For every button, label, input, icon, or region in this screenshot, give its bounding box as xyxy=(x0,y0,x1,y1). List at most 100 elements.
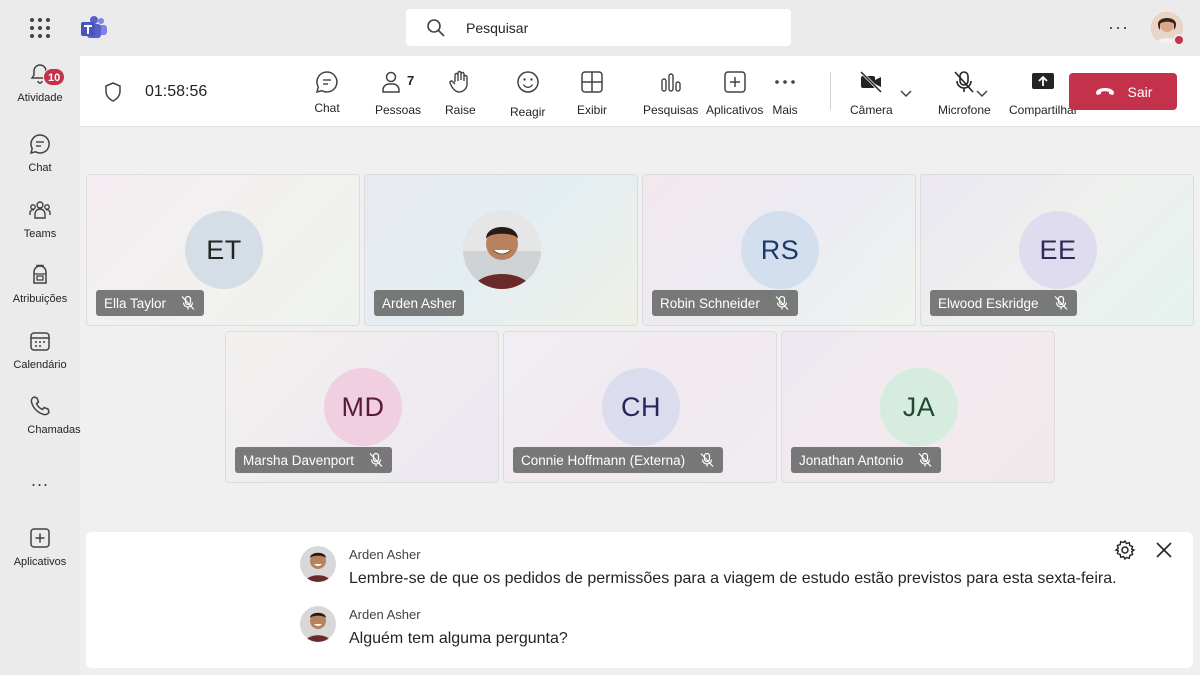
more-horizontal-icon xyxy=(775,80,795,84)
rail-item-activity[interactable]: 10 Atividade xyxy=(0,62,80,122)
participant-name: Ella Taylor xyxy=(104,295,167,311)
more-label: Mais xyxy=(772,103,798,117)
caption-text: Lembre-se de que os pedidos de permissõe… xyxy=(349,570,1117,587)
presence-busy-icon xyxy=(1173,34,1185,46)
camera-options-chevron-down-icon[interactable] xyxy=(899,86,913,100)
share-button[interactable]: Compartilhar xyxy=(1009,69,1078,117)
participant-tile[interactable]: Arden Asher xyxy=(364,174,638,326)
participant-name-plate: Robin Schneider xyxy=(652,290,798,316)
meeting-timer: 01:58:56 xyxy=(145,83,208,100)
raise-label: Raise xyxy=(445,103,476,117)
live-captions-panel: Arden Asher Lembre-se de que os pedidos … xyxy=(86,532,1193,668)
participant-name: Elwood Eskridge xyxy=(938,295,1039,311)
participant-name: Jonathan Antonio xyxy=(799,452,904,468)
activity-badge: 10 xyxy=(43,68,66,86)
rail-label-teams: Teams xyxy=(23,228,57,240)
chat-label: Chat xyxy=(314,101,340,115)
participant-name: Connie Hoffmann (Externa) xyxy=(521,452,686,468)
participant-tile[interactable]: CH Connie Hoffmann (Externa) xyxy=(503,331,777,483)
polls-label: Pesquisas xyxy=(643,103,699,117)
participant-tile[interactable]: ET Ella Taylor xyxy=(86,174,360,326)
add-app-icon xyxy=(30,528,50,548)
rail-item-assignments[interactable]: Atribuições xyxy=(0,263,80,323)
phone-icon xyxy=(30,396,50,416)
people-icon xyxy=(382,71,400,93)
app-launcher-icon[interactable] xyxy=(28,16,52,40)
people-button[interactable]: 7 Pessoas xyxy=(375,69,421,117)
backpack-icon xyxy=(33,264,47,284)
participant-name-plate: Ella Taylor xyxy=(96,290,205,316)
caption-speaker: Arden Asher xyxy=(349,547,421,562)
share-label: Compartilhar xyxy=(1009,103,1078,117)
teams-logo-icon xyxy=(81,16,107,38)
participant-name: Arden Asher xyxy=(382,295,457,311)
apps-button[interactable]: Aplicativos xyxy=(706,69,763,117)
participant-avatar: CH xyxy=(602,368,680,446)
participant-tile[interactable]: MD Marsha Davenport xyxy=(225,331,499,483)
rail-item-calls[interactable]: Chamadas xyxy=(0,394,81,454)
mic-label: Microfone xyxy=(938,103,991,117)
mic-options-chevron-down-icon[interactable] xyxy=(975,86,989,100)
camera-label: Câmera xyxy=(850,103,893,117)
participant-name-plate: Connie Hoffmann (Externa) xyxy=(513,447,724,473)
participant-name: Robin Schneider xyxy=(660,295,760,311)
participant-avatar: JA xyxy=(880,368,958,446)
mic-off-icon xyxy=(369,452,383,467)
leave-label: Sair xyxy=(1127,83,1153,100)
rail-item-chat[interactable]: Chat xyxy=(0,132,80,192)
people-label: Pessoas xyxy=(375,103,422,117)
raise-hand-icon xyxy=(449,70,469,93)
chat-icon xyxy=(29,134,50,155)
mic-off-icon xyxy=(1054,295,1068,310)
add-app-icon xyxy=(723,71,746,93)
gear-icon[interactable] xyxy=(1114,539,1136,561)
participant-tile[interactable]: JA Jonathan Antonio xyxy=(781,331,1055,483)
rail-item-calendar[interactable]: Calendário xyxy=(0,329,80,389)
shield-icon[interactable] xyxy=(102,81,124,103)
raise-hand-button[interactable]: Raise xyxy=(445,69,476,117)
more-button[interactable]: Mais xyxy=(772,69,798,117)
rail-item-more[interactable]: ... xyxy=(0,470,80,530)
toolbar-divider xyxy=(830,72,831,110)
close-icon[interactable] xyxy=(1153,539,1175,561)
caption-text: Alguém tem alguma pergunta? xyxy=(349,630,568,647)
calendar-icon xyxy=(30,332,50,351)
react-button[interactable]: Reagir xyxy=(510,69,545,119)
participant-avatar xyxy=(463,211,541,289)
hang-up-icon xyxy=(1095,87,1114,95)
top-bar: Pesquisar ··· xyxy=(0,0,1200,56)
chat-button[interactable]: Chat xyxy=(314,69,340,115)
caption-speaker: Arden Asher xyxy=(349,607,421,622)
mic-off-icon xyxy=(700,452,714,467)
search-input[interactable]: Pesquisar xyxy=(406,9,791,46)
mic-off-icon xyxy=(181,295,195,310)
user-avatar[interactable] xyxy=(1151,12,1185,46)
leave-button[interactable]: Sair xyxy=(1069,73,1177,110)
participant-name-plate: Jonathan Antonio xyxy=(791,447,942,473)
speaker-avatar xyxy=(300,546,336,582)
mic-off-icon xyxy=(954,71,974,93)
participant-name-plate: Elwood Eskridge xyxy=(930,290,1077,316)
rail-item-teams[interactable]: Teams xyxy=(0,198,80,258)
camera-button[interactable]: Câmera xyxy=(850,69,893,117)
app-rail: 10 Atividade Chat Teams Atribuições Cale… xyxy=(0,56,81,675)
rail-item-apps[interactable]: Aplicativos xyxy=(0,526,80,586)
participant-tile[interactable]: RS Robin Schneider xyxy=(642,174,916,326)
speaker-avatar xyxy=(300,606,336,642)
participant-avatar: ET xyxy=(185,211,263,289)
participant-tile[interactable]: EE Elwood Eskridge xyxy=(920,174,1194,326)
rail-label-apps: Aplicativos xyxy=(13,556,67,568)
chat-icon xyxy=(315,71,338,94)
mic-off-icon xyxy=(775,295,789,310)
view-label: Exibir xyxy=(577,103,608,117)
polls-button[interactable]: Pesquisas xyxy=(643,69,698,117)
rail-label-activity: Atividade xyxy=(17,92,63,104)
more-options-icon[interactable]: ··· xyxy=(1108,17,1129,38)
participant-avatar: MD xyxy=(324,368,402,446)
smiley-icon xyxy=(516,71,539,93)
teams-people-icon xyxy=(29,201,51,219)
view-button[interactable]: Exibir xyxy=(577,69,607,117)
rail-label-assignments: Atribuições xyxy=(12,293,68,305)
share-screen-icon xyxy=(1032,73,1055,89)
search-placeholder: Pesquisar xyxy=(466,19,529,36)
